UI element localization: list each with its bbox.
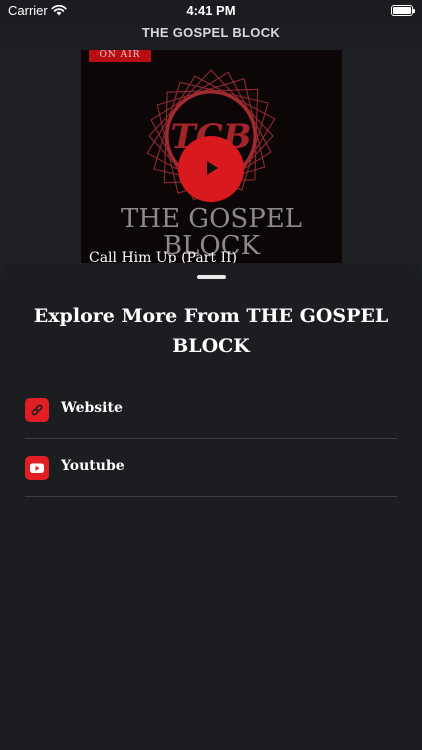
link-icon — [25, 398, 49, 422]
sheet-title: Explore More From THE GOSPEL BLOCK — [33, 305, 389, 357]
nav-bar: THE GOSPEL BLOCK — [0, 22, 422, 50]
battery-icon — [391, 5, 415, 16]
on-air-badge: ON AIR — [89, 50, 151, 62]
nav-title: THE GOSPEL BLOCK — [141, 25, 281, 40]
screen: Carrier 4:41 PM THE GOSPEL BLOCK ON AIR — [0, 0, 422, 750]
link-row-youtube[interactable]: Youtube — [25, 439, 397, 497]
link-label-website: Website — [61, 400, 123, 416]
play-button[interactable] — [178, 136, 244, 202]
link-row-website[interactable]: Website — [25, 381, 397, 439]
sheet-grabber[interactable] — [197, 275, 226, 279]
link-label-youtube: Youtube — [61, 458, 125, 474]
brand-line-1: THE GOSPEL — [121, 204, 302, 234]
youtube-icon — [25, 456, 49, 480]
bottom-sheet: Explore More From THE GOSPEL BLOCK Websi… — [0, 263, 422, 750]
status-bar: Carrier 4:41 PM — [0, 0, 422, 22]
play-icon — [207, 161, 218, 175]
clock: 4:41 PM — [186, 3, 236, 18]
